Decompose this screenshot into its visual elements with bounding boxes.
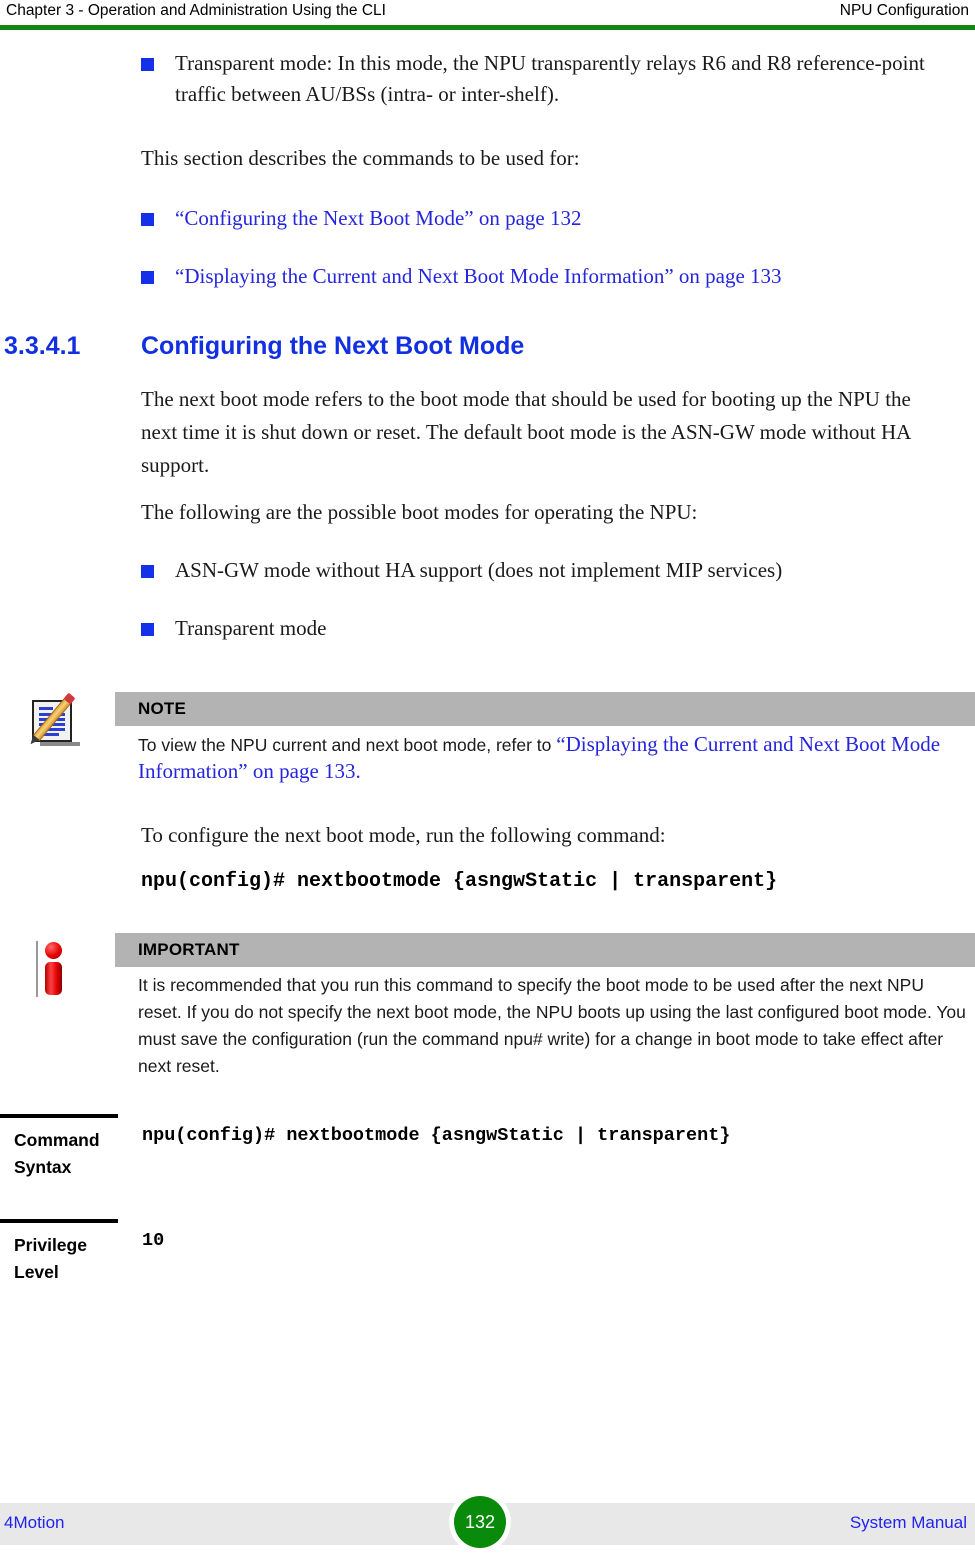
square-bullet-icon	[141, 623, 154, 636]
list-item-text: Transparent mode: In this mode, the NPU …	[175, 51, 925, 106]
command-reference-table: Command Syntax npu(config)# nextbootmode…	[0, 1114, 975, 1286]
page-number: 132	[454, 1496, 506, 1548]
table-row-value: npu(config)# nextbootmode {asngwStatic |…	[142, 1125, 731, 1146]
section-paragraph: The next boot mode refers to the boot mo…	[141, 387, 911, 477]
list-item: Transparent mode: In this mode, the NPU …	[0, 48, 975, 110]
important-admonition: IMPORTANT It is recommended that you run…	[0, 933, 975, 1080]
page-footer: 4Motion 132 System Manual	[0, 1491, 975, 1553]
list-item: Transparent mode	[0, 613, 975, 644]
note-text-tail: .	[355, 759, 361, 783]
footer-left-text[interactable]: 4Motion	[4, 1513, 64, 1533]
square-bullet-icon	[141, 213, 154, 226]
square-bullet-icon	[141, 58, 154, 71]
header-left-text: Chapter 3 - Operation and Administration…	[6, 2, 386, 19]
table-row: Command Syntax npu(config)# nextbootmode…	[0, 1114, 975, 1181]
important-title-bar: IMPORTANT	[115, 933, 975, 967]
section-heading: 3.3.4.1 Configuring the Next Boot Mode	[0, 332, 975, 361]
list-item[interactable]: “Displaying the Current and Next Boot Mo…	[0, 261, 975, 292]
square-bullet-icon	[141, 565, 154, 578]
header-right-text: NPU Configuration	[839, 2, 969, 19]
section-paragraph: The following are the possible boot mode…	[141, 500, 698, 524]
cross-reference-link[interactable]: “Configuring the Next Boot Mode” on page…	[175, 206, 582, 230]
page-header: Chapter 3 - Operation and Administration…	[0, 0, 975, 28]
important-title: IMPORTANT	[138, 940, 240, 959]
page-content: Transparent mode: In this mode, the NPU …	[0, 48, 975, 1286]
table-row-label: Privilege Level	[0, 1219, 118, 1286]
list-item-text: ASN-GW mode without HA support (does not…	[175, 558, 783, 582]
note-title-bar: NOTE	[115, 692, 975, 726]
section-title: Configuring the Next Boot Mode	[141, 332, 525, 360]
page-number-badge: 132	[449, 1491, 511, 1553]
table-row-label: Command Syntax	[0, 1114, 118, 1181]
note-text: To view the NPU current and next boot mo…	[138, 735, 557, 755]
command-syntax-line: npu(config)# nextbootmode {asngwStatic |…	[141, 870, 778, 893]
table-row: Privilege Level 10	[0, 1219, 975, 1286]
table-spacer-row	[0, 1181, 975, 1221]
header-divider-rule	[0, 25, 975, 30]
square-bullet-icon	[141, 271, 154, 284]
red-info-icon	[30, 939, 86, 997]
section-number: 3.3.4.1	[4, 332, 81, 360]
intro-paragraph: This section describes the commands to b…	[141, 146, 580, 170]
notepad-pencil-icon	[30, 694, 86, 750]
list-item-text: Transparent mode	[175, 616, 327, 640]
note-title: NOTE	[138, 699, 187, 718]
list-item: ASN-GW mode without HA support (does not…	[0, 555, 975, 586]
cross-reference-link[interactable]: “Displaying the Current and Next Boot Mo…	[175, 264, 782, 288]
note-body: To view the NPU current and next boot mo…	[138, 726, 975, 785]
important-body: It is recommended that you run this comm…	[138, 975, 966, 1076]
note-admonition: NOTE To view the NPU current and next bo…	[0, 692, 975, 785]
list-item[interactable]: “Configuring the Next Boot Mode” on page…	[0, 203, 975, 234]
run-command-intro: To configure the next boot mode, run the…	[141, 823, 666, 847]
footer-right-text[interactable]: System Manual	[850, 1513, 967, 1533]
table-row-value: 10	[142, 1230, 165, 1251]
